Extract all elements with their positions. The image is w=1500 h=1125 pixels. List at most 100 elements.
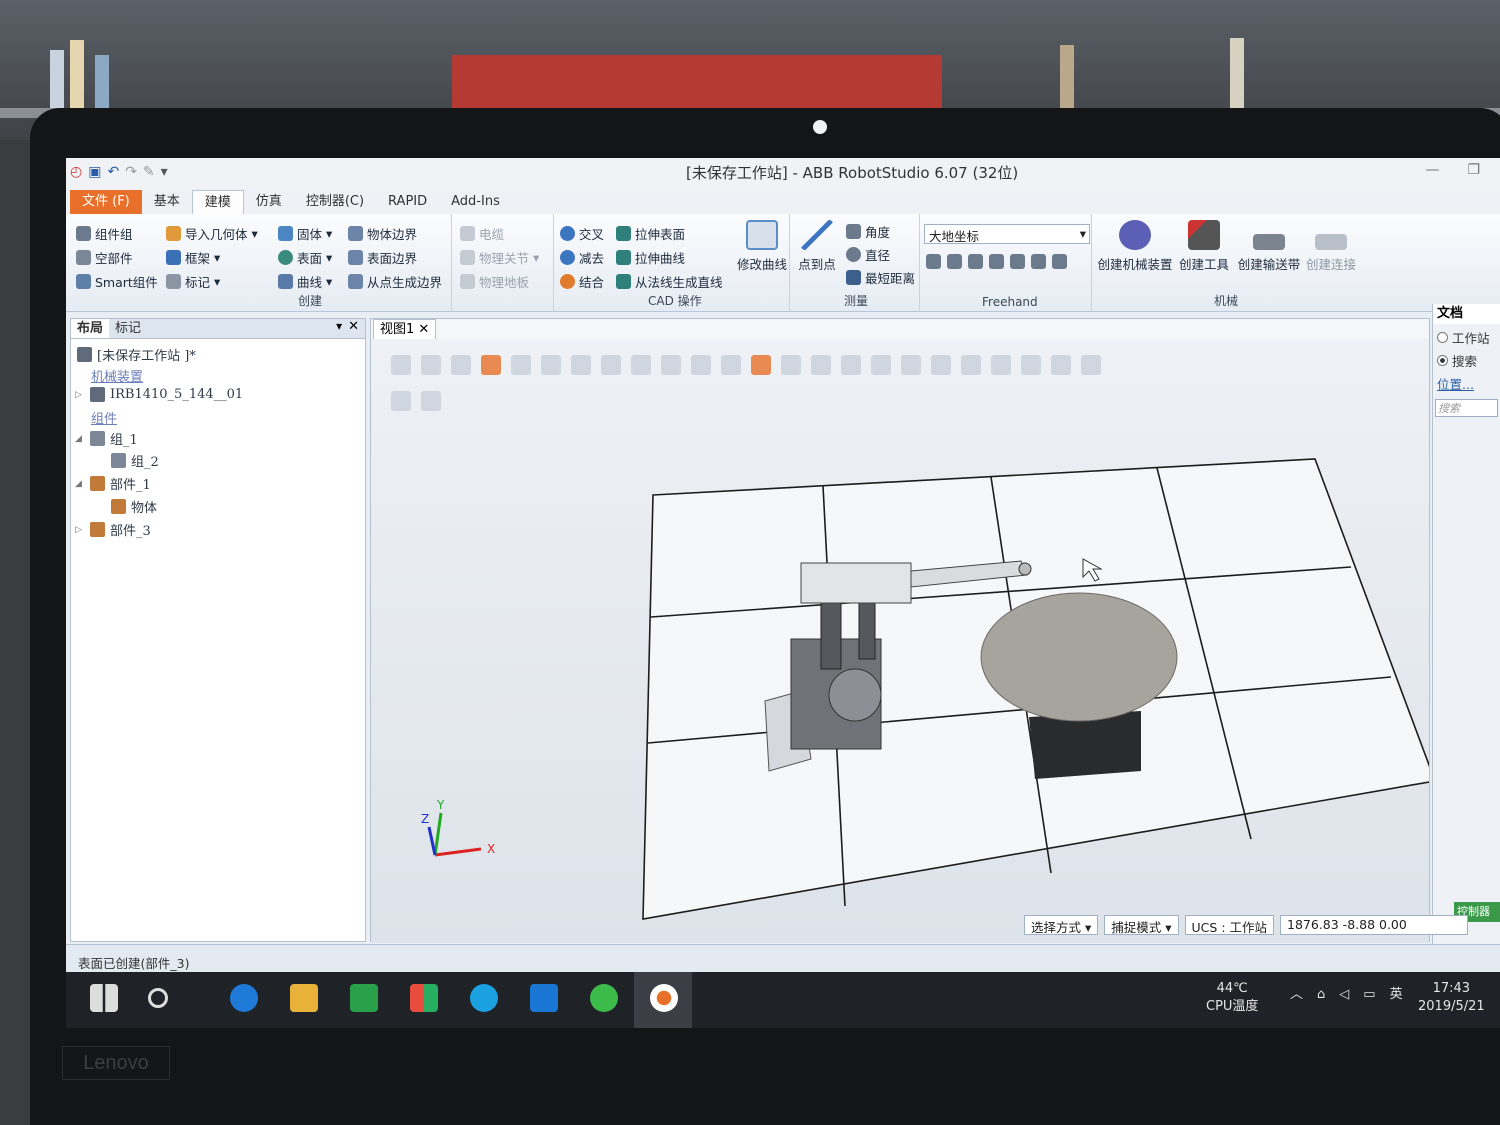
3d-viewport[interactable]: X Y Z	[371, 339, 1429, 943]
tab-layout[interactable]: 布局	[71, 319, 110, 338]
windows-start-icon[interactable]	[90, 984, 118, 1012]
component-group-button[interactable]: 组件组	[76, 224, 133, 243]
file-explorer-icon[interactable]	[290, 984, 318, 1012]
restore-icon[interactable]: ❐	[1467, 162, 1480, 178]
tree-item-part-3[interactable]: ▷ 部件_3	[75, 520, 151, 539]
location-link[interactable]: 位置...	[1433, 374, 1500, 393]
tree-item-robot[interactable]: ▷ IRB1410_5_144__01	[75, 387, 243, 402]
undo-icon[interactable]: ↶	[107, 164, 119, 180]
chevron-up-icon[interactable]: ︿	[1290, 986, 1303, 1004]
jog-joint-icon[interactable]	[968, 254, 983, 269]
tab-controller[interactable]: 控制器(C)	[294, 190, 376, 214]
robotstudio-icon[interactable]	[650, 984, 678, 1012]
edge-browser-icon[interactable]	[230, 984, 258, 1012]
create-mechanism-button[interactable]: 创建机械装置	[1096, 220, 1174, 273]
option-station[interactable]: 工作站	[1433, 328, 1500, 347]
ribbon-group-physics: 电缆 物理关节 ▾ 物理地板	[452, 214, 554, 312]
ie-browser-icon[interactable]	[470, 984, 498, 1012]
store-icon[interactable]	[410, 984, 438, 1012]
tree-root[interactable]: [未保存工作站 ]*	[77, 345, 196, 364]
cable-button[interactable]: 电缆	[460, 224, 504, 243]
tab-addins[interactable]: Add-Ins	[439, 190, 512, 214]
cortana-icon[interactable]	[148, 988, 168, 1008]
documents-search-input[interactable]: 搜索	[1435, 399, 1498, 417]
expand-arrow-icon[interactable]: ▷	[75, 525, 85, 535]
tab-tags[interactable]: 标记	[109, 319, 147, 338]
volume-icon[interactable]: ◁	[1339, 986, 1349, 1004]
dingtalk-icon[interactable]	[530, 984, 558, 1012]
pen-icon[interactable]: ✎	[143, 164, 155, 180]
multi-robot-jog-icon[interactable]	[1031, 254, 1046, 269]
tab-rapid[interactable]: RAPID	[376, 190, 439, 214]
extrude-surface-button[interactable]: 拉伸表面	[616, 224, 685, 243]
close-icon[interactable]: ✕	[418, 322, 429, 337]
minimize-icon[interactable]: —	[1425, 162, 1439, 178]
tree-item-part-1[interactable]: ◢ 部件_1	[75, 474, 151, 493]
radio-search[interactable]	[1437, 355, 1448, 366]
import-geometry-button[interactable]: 导入几何体 ▾	[166, 224, 258, 243]
pin-icon[interactable]: ▾	[336, 319, 348, 338]
physics-joint-button[interactable]: 物理关节 ▾	[460, 248, 539, 267]
extrude-curve-button[interactable]: 拉伸曲线	[616, 248, 685, 267]
reference-frame-select[interactable]: 大地坐标 ▾	[924, 224, 1090, 244]
modify-curve-button[interactable]: 修改曲线	[734, 220, 790, 273]
tree-item-body[interactable]: 物体	[111, 497, 157, 516]
save-icon[interactable]: ▣	[88, 164, 101, 180]
media-player-icon[interactable]	[350, 984, 378, 1012]
tree-item-group-1[interactable]: ◢ 组_1	[75, 429, 138, 448]
snap-mode-dropdown[interactable]: 捕捉模式 ▾	[1104, 915, 1179, 935]
ribbon-group-mechanism: 创建机械装置 创建工具 创建输送带 创建连接 机械	[1092, 214, 1362, 312]
create-conveyor-button[interactable]: 创建输送带	[1236, 220, 1302, 273]
collapse-arrow-icon[interactable]: ◢	[75, 434, 85, 444]
clock[interactable]: 17:43 2019/5/21	[1418, 980, 1485, 1016]
rotate-icon[interactable]	[947, 254, 962, 269]
tree-item-group-2[interactable]: 组_2	[111, 451, 159, 470]
battery-icon[interactable]: ▭	[1363, 986, 1375, 1004]
body-border-button[interactable]: 物体边界	[348, 224, 417, 243]
line-from-normal-button[interactable]: 从法线生成直线	[616, 272, 723, 291]
select-mode-dropdown[interactable]: 选择方式 ▾	[1024, 915, 1099, 935]
create-connection-button[interactable]: 创建连接	[1304, 220, 1358, 273]
solid-button[interactable]: 固体 ▾	[278, 224, 332, 243]
tree-section-components[interactable]: 组件	[91, 408, 117, 427]
collapse-arrow-icon[interactable]: ◢	[75, 479, 85, 489]
redo-icon[interactable]: ↷	[125, 164, 137, 180]
physics-floor-button[interactable]: 物理地板	[460, 272, 529, 291]
border-from-points-button[interactable]: 从点生成边界	[348, 272, 442, 291]
smart-component-button[interactable]: Smart组件	[76, 272, 158, 291]
create-tool-button[interactable]: 创建工具	[1178, 220, 1230, 273]
option-search[interactable]: 搜索	[1433, 351, 1500, 370]
tag-button[interactable]: 标记 ▾	[166, 272, 220, 291]
intersect-button[interactable]: 交叉	[560, 224, 604, 243]
empty-part-button[interactable]: 空部件	[76, 248, 133, 267]
surface-button[interactable]: 表面 ▾	[278, 248, 332, 267]
close-icon[interactable]: ✕	[348, 319, 365, 338]
tab-home[interactable]: 基本	[142, 190, 192, 214]
tree-section-mechanisms[interactable]: 机械装置	[91, 366, 143, 385]
360-browser-icon[interactable]	[590, 984, 618, 1012]
tab-file[interactable]: 文件 (F)	[70, 190, 142, 214]
surface-border-button[interactable]: 表面边界	[348, 248, 417, 267]
customize-icon[interactable]: ▾	[161, 164, 168, 180]
tab-modeling[interactable]: 建模	[191, 190, 244, 214]
hand-icon[interactable]	[1052, 254, 1067, 269]
union-button[interactable]: 结合	[560, 272, 604, 291]
import-geometry-icon	[166, 226, 181, 241]
move-icon[interactable]	[926, 254, 941, 269]
diameter-button[interactable]: 直径	[846, 245, 890, 264]
tab-simulation[interactable]: 仿真	[244, 190, 294, 214]
subtract-button[interactable]: 减去	[560, 248, 604, 267]
point-to-point-button[interactable]: 点到点	[794, 220, 840, 273]
ime-indicator[interactable]: 英	[1390, 986, 1403, 1004]
tab-view1[interactable]: 视图1 ✕	[373, 319, 437, 339]
network-icon[interactable]: ⌂	[1317, 986, 1325, 1004]
expand-arrow-icon[interactable]: ▷	[75, 390, 85, 400]
jog-reorient-icon[interactable]	[1010, 254, 1025, 269]
app-icon[interactable]: ◴	[70, 164, 82, 180]
angle-button[interactable]: 角度	[846, 222, 890, 241]
jog-linear-icon[interactable]	[989, 254, 1004, 269]
radio-station[interactable]	[1437, 332, 1448, 343]
min-distance-button[interactable]: 最短距离	[846, 268, 915, 287]
curve-button[interactable]: 曲线 ▾	[278, 272, 332, 291]
frame-button[interactable]: 框架 ▾	[166, 248, 220, 267]
